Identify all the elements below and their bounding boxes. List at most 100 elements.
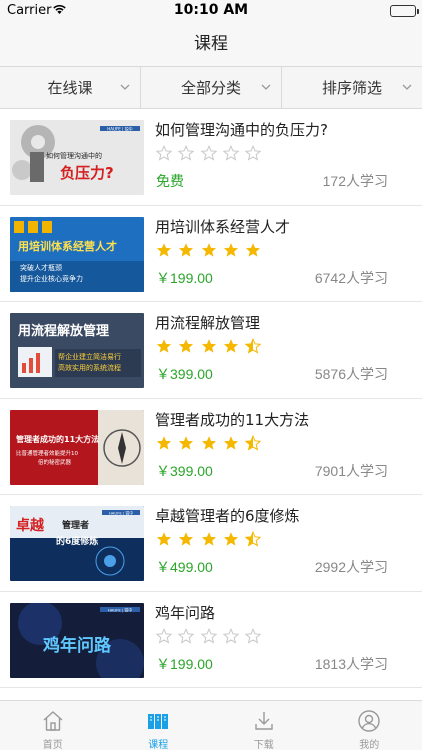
star-empty-icon xyxy=(178,145,195,161)
learner-count: 5876人学习 xyxy=(314,366,388,382)
star-filled-icon xyxy=(223,242,238,257)
thumb-caption: 比普通管理者效能提升10 xyxy=(16,449,79,457)
star-half-icon xyxy=(245,338,262,354)
star-filled-icon xyxy=(223,339,238,353)
star-filled-icon xyxy=(156,242,172,257)
star-empty-icon xyxy=(156,145,172,161)
course-price: ￥199.00 xyxy=(156,269,213,286)
thumb-caption: 倍的秘密武器 xyxy=(38,458,72,466)
filter-bar: 在线课 全部分类 排序筛选 xyxy=(0,66,422,109)
page-title: 课程 xyxy=(194,34,228,54)
clock: 10:10 AM xyxy=(173,2,249,18)
star-filled-icon xyxy=(179,339,194,353)
thumb-caption: 卓越 xyxy=(16,517,45,534)
tab-home[interactable]: 首页 xyxy=(0,701,106,750)
course-price: ￥399.00 xyxy=(156,462,213,479)
course-thumbnail: HAUFE | 锐中 如何管理沟通中的 负压力? xyxy=(10,120,144,195)
course-list: HAUFE | 锐中 如何管理沟通中的 负压力? 如何管理沟通中的负压力? 免费… xyxy=(0,109,422,688)
star-filled-icon xyxy=(156,339,172,353)
course-title: 管理者成功的11大方法 xyxy=(155,410,310,429)
rating-stars xyxy=(156,531,267,547)
course-list-item[interactable]: HAUFE | 锐中 鸡年问路 鸡年问路 ￥199.00 1813人学习 xyxy=(0,592,422,688)
tab-bar: 首页 课程 下载 我的 xyxy=(0,700,422,750)
profile-icon xyxy=(358,710,380,732)
star-filled-icon xyxy=(223,532,238,546)
chevron-down-icon xyxy=(261,84,271,90)
course-list-item[interactable]: 用培训体系经营人才 突破人才瓶颈 提升企业核心竞争力 用培训体系经营人才 ￥19… xyxy=(0,206,422,302)
rating-stars xyxy=(156,242,267,258)
rating-stars xyxy=(156,338,267,354)
course-title: 用培训体系经营人才 xyxy=(155,217,291,236)
star-filled-icon xyxy=(201,339,216,353)
star-filled-icon xyxy=(179,435,194,450)
rating-stars xyxy=(156,434,267,451)
status-bar: Carrier 10:10 AM xyxy=(0,0,422,22)
tab-label: 下载 xyxy=(253,740,274,750)
star-empty-icon xyxy=(222,145,239,161)
tab-courses[interactable]: 课程 xyxy=(106,701,212,750)
course-title: 卓越管理者的6度修炼 xyxy=(155,507,300,525)
battery-icon xyxy=(390,5,419,17)
tab-downloads[interactable]: 下载 xyxy=(211,701,317,750)
home-icon xyxy=(43,711,63,731)
course-price: ￥499.00 xyxy=(156,559,213,575)
tab-profile[interactable]: 我的 xyxy=(317,701,422,750)
star-filled-icon xyxy=(246,242,261,257)
learner-count: 7901人学习 xyxy=(314,462,388,479)
course-thumbnail: 用培训体系经营人才 突破人才瓶颈 提升企业核心竞争力 xyxy=(10,216,144,292)
thumb-caption: 提升企业核心竞争力 xyxy=(20,274,83,283)
star-filled-icon xyxy=(179,532,194,546)
thumb-caption: 高效实用的系统流程 xyxy=(58,363,121,372)
star-half-icon xyxy=(245,531,262,547)
course-list-item[interactable]: 用流程解放管理 帮企业建立简洁易行 高效实用的系统流程 用流程解放管理 ￥399… xyxy=(0,302,422,399)
filter-category[interactable]: 全部分类 xyxy=(140,67,281,108)
star-empty-icon xyxy=(178,627,195,644)
tab-label: 首页 xyxy=(42,740,63,750)
star-filled-icon xyxy=(201,435,216,450)
tab-label: 课程 xyxy=(148,740,169,750)
learner-count: 1813人学习 xyxy=(314,655,388,672)
star-filled-icon xyxy=(223,435,238,450)
course-title: 用流程解放管理 xyxy=(155,314,261,332)
chevron-down-icon xyxy=(120,84,130,90)
thumb-brand: HAUFE | 锐中 xyxy=(109,511,133,516)
learner-count: 172人学习 xyxy=(322,173,388,189)
course-price: ￥399.00 xyxy=(156,366,213,382)
thumb-brand: HAUFE | 锐中 xyxy=(108,607,132,612)
star-empty-icon xyxy=(200,627,217,644)
filter-label: 排序筛选 xyxy=(321,79,382,97)
course-list-item[interactable]: 管理者成功的11大方法 比普通管理者效能提升10 倍的秘密武器 管理者成功的11… xyxy=(0,399,422,495)
course-thumbnail: 管理者成功的11大方法 比普通管理者效能提升10 倍的秘密武器 xyxy=(10,409,144,485)
course-price: ￥199.00 xyxy=(156,655,213,672)
learner-count: 6742人学习 xyxy=(314,269,388,286)
rating-stars xyxy=(156,145,267,161)
thumb-caption: 如何管理沟通中的 xyxy=(46,151,102,160)
tab-label: 我的 xyxy=(359,740,380,750)
course-list-item[interactable]: HAUFE | 锐中 如何管理沟通中的 负压力? 如何管理沟通中的负压力? 免费… xyxy=(0,109,422,206)
star-filled-icon xyxy=(179,242,194,257)
thumb-caption: 管理者 xyxy=(62,519,89,531)
star-filled-icon xyxy=(156,435,172,450)
course-list-item[interactable]: HAUFE | 锐中 卓越 管理者 的6度修炼 卓越管理者的6度修炼 ￥499.… xyxy=(0,495,422,592)
filter-course-type[interactable]: 在线课 xyxy=(0,67,140,108)
course-list-icon xyxy=(148,714,169,729)
filter-sort[interactable]: 排序筛选 xyxy=(281,67,422,108)
course-thumbnail: HAUFE | 锐中 鸡年问路 xyxy=(10,602,144,678)
thumb-caption: 突破人才瓶颈 xyxy=(20,263,62,272)
learner-count: 2992人学习 xyxy=(314,559,388,575)
filter-label: 在线课 xyxy=(47,79,93,97)
thumb-caption: 的6度修炼 xyxy=(56,535,98,547)
chevron-down-icon xyxy=(402,84,412,90)
thumb-caption: 鸡年问路 xyxy=(42,635,112,656)
course-price: 免费 xyxy=(156,173,184,189)
filter-label: 全部分类 xyxy=(180,79,241,97)
star-empty-icon xyxy=(222,627,239,644)
star-filled-icon xyxy=(201,242,216,257)
thumb-caption: 用流程解放管理 xyxy=(17,323,109,339)
star-empty-icon xyxy=(245,145,262,161)
download-icon xyxy=(255,712,273,730)
star-half-icon xyxy=(245,434,262,451)
star-filled-icon xyxy=(156,532,172,546)
thumb-brand: HAUFE | 锐中 xyxy=(107,126,132,132)
rating-stars xyxy=(156,627,267,644)
